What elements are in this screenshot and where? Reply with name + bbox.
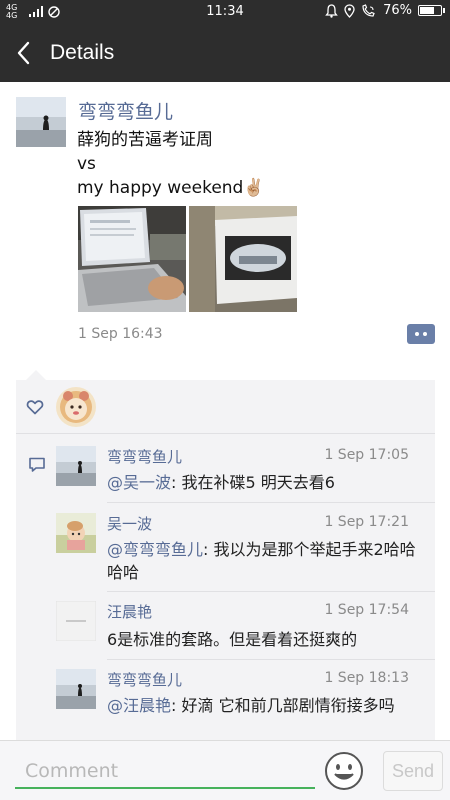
post-line: 薛狗的苦逼考证周 [77, 130, 213, 150]
emoji-button[interactable] [324, 751, 364, 791]
comment-body: : 好滴 它和前几部剧情衔接多吗 [171, 696, 395, 715]
battery-percent: 76% [383, 3, 412, 18]
commenter-name[interactable]: 吴一波 [107, 513, 152, 534]
post-text: 薛狗的苦逼考证周 vs my happy weekend✌🏼 [77, 128, 265, 200]
battery-icon [418, 5, 445, 16]
commenter-avatar[interactable] [56, 601, 96, 641]
comment-mention[interactable]: @吴一波 [107, 473, 171, 492]
back-button[interactable] [10, 38, 40, 68]
comment-item[interactable]: 弯弯弯鱼儿 1 Sep 18:13 @汪晨艳: 好滴 它和前几部剧情衔接多吗 [16, 669, 435, 740]
comment-more-icon [415, 332, 419, 336]
comment-time: 1 Sep 17:54 [324, 602, 409, 618]
commenter-name[interactable]: 汪晨艳 [107, 601, 152, 622]
comment-time: 1 Sep 17:21 [324, 514, 409, 530]
comment-text: @弯弯弯鱼儿: 我以为是那个举起手来2哈哈哈哈 [107, 538, 427, 584]
panel-pointer [26, 370, 46, 380]
chevron-left-icon [17, 41, 30, 65]
emoji-icon [325, 752, 363, 790]
poster-name[interactable]: 弯弯弯鱼儿 [78, 97, 173, 124]
post-photo-laptop[interactable] [78, 206, 186, 312]
status-right: 76% [325, 3, 445, 18]
divider [107, 591, 435, 592]
comment-mention[interactable]: @弯弯弯鱼儿 [107, 540, 203, 559]
post-time: 1 Sep 16:43 [78, 326, 163, 342]
commenter-avatar[interactable] [56, 513, 96, 553]
comment-text: @汪晨艳: 好滴 它和前几部剧情衔接多吗 [107, 694, 427, 717]
heart-icon [26, 400, 44, 415]
divider [107, 659, 435, 660]
likes-row [16, 380, 435, 434]
comment-time: 1 Sep 17:05 [324, 447, 409, 463]
nav-bar: Details [0, 24, 450, 82]
comment-item[interactable]: 吴一波 1 Sep 17:21 @弯弯弯鱼儿: 我以为是那个举起手来2哈哈哈哈 [16, 513, 435, 595]
avatar-image [16, 97, 66, 147]
comment-item[interactable]: 弯弯弯鱼儿 1 Sep 17:05 @吴一波: 我在补碟5 明天去看6 [16, 446, 435, 508]
comment-text: @吴一波: 我在补碟5 明天去看6 [107, 471, 427, 494]
post-photo-desk[interactable] [189, 206, 297, 312]
comment-body: : 我在补碟5 明天去看6 [171, 473, 335, 492]
avatar-image [56, 601, 96, 641]
desk-photo [189, 206, 297, 312]
commenter-name[interactable]: 弯弯弯鱼儿 [107, 669, 182, 690]
comment-mention[interactable]: @汪晨艳 [107, 696, 171, 715]
poster-avatar[interactable] [16, 97, 66, 147]
status-bar: 4G 4G 11:34 76% [0, 0, 450, 24]
comment-more-icon-dot [423, 332, 427, 336]
avatar-image [56, 387, 96, 427]
commenter-avatar[interactable] [56, 446, 96, 486]
comment-input[interactable] [15, 755, 315, 789]
commenter-avatar[interactable] [56, 669, 96, 709]
call-wifi-icon [362, 3, 375, 17]
send-button[interactable]: Send [383, 751, 443, 791]
post-line: vs [77, 154, 96, 174]
comment-input-bar: Send [0, 740, 450, 800]
divider [107, 502, 435, 503]
avatar-image [56, 446, 96, 486]
comment-body: 6是标准的套路。但是看着还挺爽的 [107, 630, 358, 649]
battery-fill [420, 7, 435, 14]
post-line: my happy weekend✌🏼 [77, 178, 265, 198]
laptop-photo [78, 206, 186, 312]
comment-text: 6是标准的套路。但是看着还挺爽的 [107, 628, 427, 651]
comment-item[interactable]: 汪晨艳 1 Sep 17:54 6是标准的套路。但是看着还挺爽的 [16, 601, 435, 663]
comment-time: 1 Sep 18:13 [324, 670, 409, 686]
bell-icon [325, 3, 338, 18]
like-avatar[interactable] [56, 387, 96, 427]
avatar-image [56, 669, 96, 709]
avatar-image [56, 513, 96, 553]
comment-more-button[interactable] [407, 324, 435, 344]
commenter-name[interactable]: 弯弯弯鱼儿 [107, 446, 182, 467]
location-icon [344, 3, 355, 18]
page-title: Details [50, 41, 115, 64]
